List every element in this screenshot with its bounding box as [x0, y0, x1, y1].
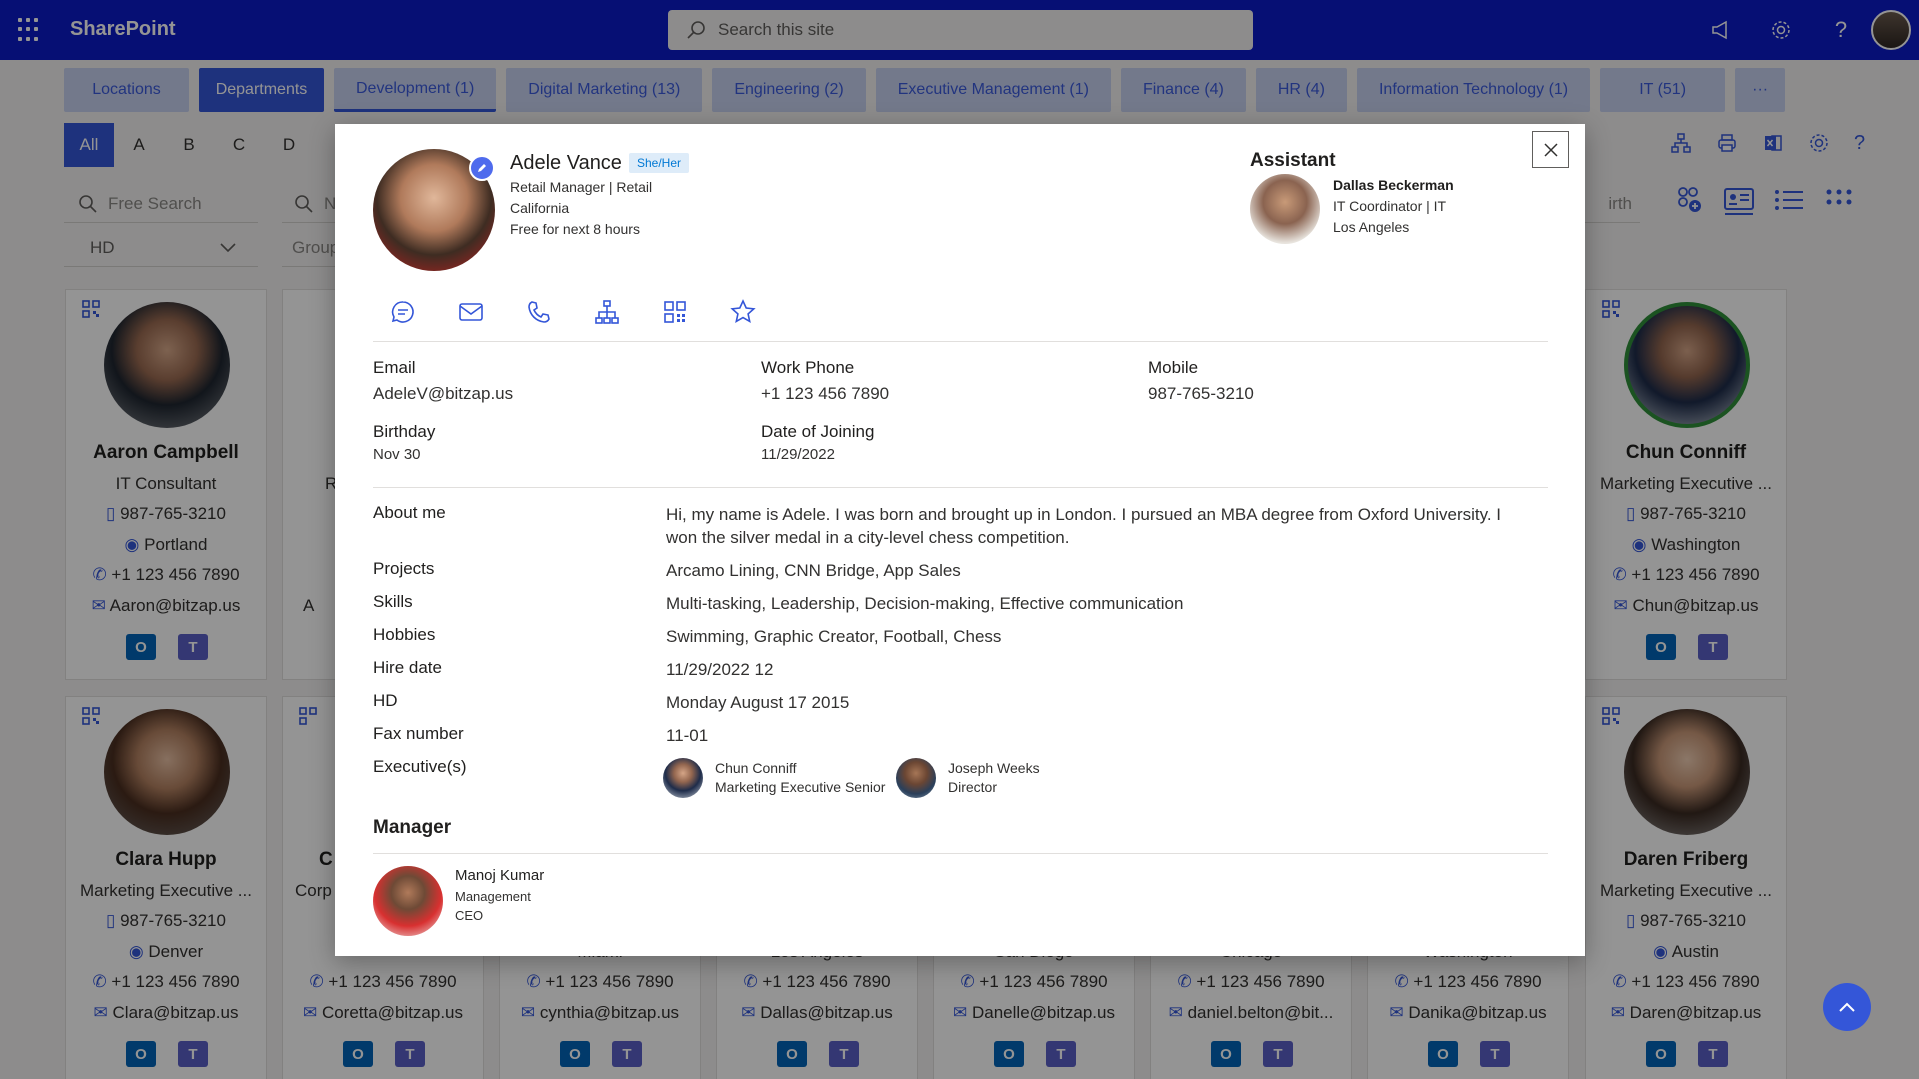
manager-title: CEO — [455, 908, 484, 923]
executive-item[interactable]: Joseph Weeks Director — [896, 758, 1040, 798]
org-chart-icon[interactable] — [593, 298, 621, 326]
assistant-avatar[interactable] — [1250, 174, 1320, 244]
executive-item[interactable]: Chun Conniff Marketing Executive Senior — [663, 758, 885, 798]
mobile-value[interactable]: 987-765-3210 — [1148, 384, 1254, 404]
qr-code-icon[interactable] — [661, 298, 689, 326]
avatar — [663, 758, 703, 798]
chevron-up-icon — [1839, 1002, 1855, 1012]
work-phone-value[interactable]: +1 123 456 7890 — [761, 384, 889, 404]
birthday-label: Birthday — [373, 422, 436, 441]
executive-name: Joseph Weeks — [948, 760, 1040, 776]
mail-icon[interactable] — [457, 298, 485, 326]
edit-profile-button[interactable] — [469, 155, 495, 181]
profile-location: California — [510, 200, 570, 216]
fax-value: 11-01 — [666, 726, 709, 745]
skills-value: Multi-tasking, Leadership, Decision-maki… — [666, 594, 1184, 613]
profile-name: Adele Vance — [510, 152, 622, 174]
manager-heading: Manager — [373, 817, 452, 838]
divider — [373, 487, 1548, 488]
hd-label: HD — [373, 691, 398, 710]
skills-label: Skills — [373, 592, 413, 611]
profile-role: Retail Manager | Retail — [510, 179, 653, 195]
chat-icon[interactable] — [389, 298, 417, 326]
pencil-icon — [478, 164, 486, 172]
hire-date-value: 11/29/2022 12 — [666, 660, 774, 679]
profile-availability: Free for next 8 hours — [510, 221, 640, 237]
scroll-top-button[interactable] — [1823, 983, 1871, 1031]
hd-value: Monday August 17 2015 — [666, 693, 850, 712]
assistant-location: Los Angeles — [1333, 219, 1410, 235]
doj-value: 11/29/2022 — [761, 446, 835, 463]
executive-title: Marketing Executive Senior — [715, 779, 886, 795]
executive-title: Director — [948, 779, 998, 795]
pronouns-badge: She/Her — [629, 153, 690, 173]
doj-label: Date of Joining — [761, 422, 875, 441]
email-value[interactable]: AdeleV@bitzap.us — [373, 384, 513, 404]
divider — [373, 853, 1548, 854]
avatar — [896, 758, 936, 798]
about-label: About me — [373, 503, 446, 522]
divider — [373, 341, 1548, 342]
close-icon — [1543, 142, 1558, 157]
close-button[interactable] — [1532, 131, 1569, 168]
hobbies-value: Swimming, Graphic Creator, Football, Che… — [666, 627, 1002, 646]
executive-name: Chun Conniff — [715, 760, 797, 776]
manager-name[interactable]: Manoj Kumar — [455, 867, 544, 884]
manager-dept: Management — [455, 889, 531, 904]
work-phone-label: Work Phone — [761, 358, 855, 377]
executives-label: Executive(s) — [373, 757, 467, 776]
projects-label: Projects — [373, 559, 435, 578]
manager-avatar[interactable] — [373, 866, 443, 936]
star-icon[interactable] — [729, 298, 757, 326]
profile-actions — [389, 298, 757, 326]
email-label: Email — [373, 358, 416, 377]
hobbies-label: Hobbies — [373, 625, 436, 644]
projects-value: Arcamo Lining, CNN Bridge, App Sales — [666, 561, 961, 580]
assistant-name[interactable]: Dallas Beckerman — [1333, 177, 1454, 193]
mobile-label: Mobile — [1148, 358, 1199, 377]
hire-date-label: Hire date — [373, 658, 442, 677]
assistant-heading: Assistant — [1250, 150, 1336, 171]
assistant-role: IT Coordinator | IT — [1333, 198, 1447, 214]
about-value: Hi, my name is Adele. I was born and bro… — [666, 505, 1502, 547]
fax-label: Fax number — [373, 724, 464, 743]
profile-dialog: Adele Vance She/Her Retail Manager | Ret… — [335, 124, 1585, 956]
birthday-value: Nov 30 — [373, 446, 421, 463]
phone-icon[interactable] — [525, 298, 553, 326]
